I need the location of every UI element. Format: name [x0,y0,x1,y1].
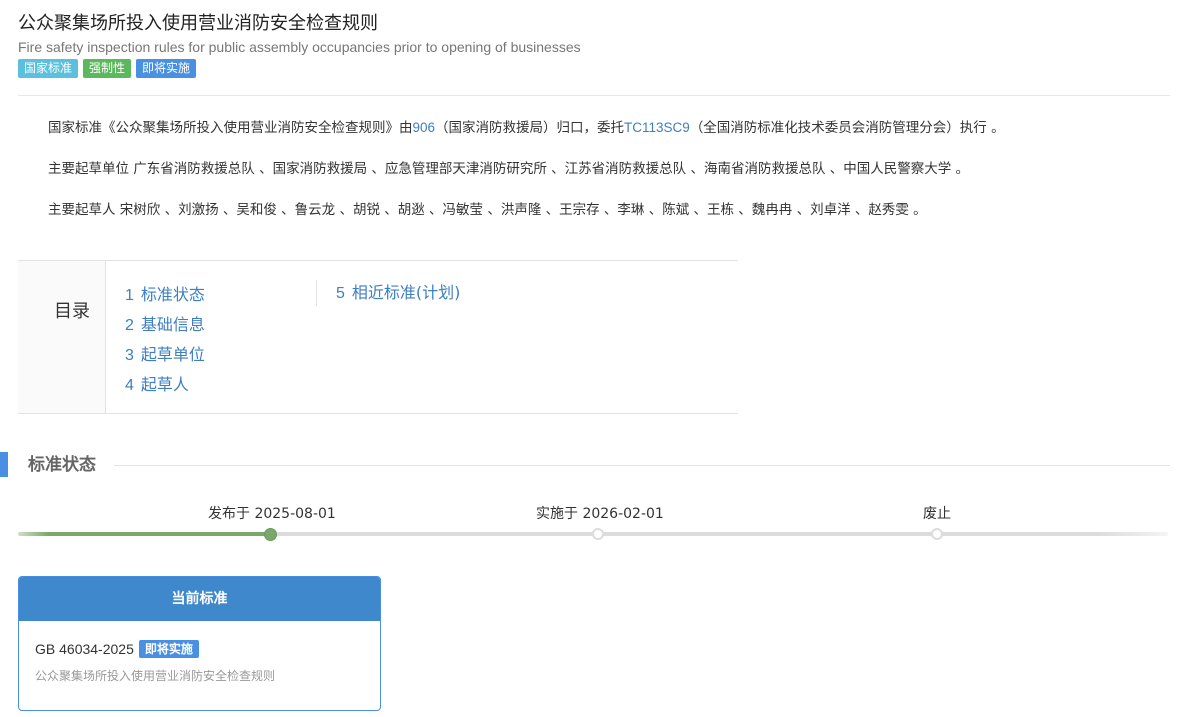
tc-code-link[interactable]: TC113SC9 [624,120,690,135]
toc-item-number: 2 [125,317,134,334]
toc-item-label: 相近标准(计划) [351,283,461,302]
page-title: 公众聚集场所投入使用营业消防安全检查规则 [18,13,378,34]
toc-item-similar-standards[interactable]: 5 相近标准(计划) [336,280,460,307]
toc-item-status[interactable]: 1 标准状态 [125,280,205,310]
timeline-label-implemented: 实施于 2026-02-01 [536,506,664,522]
badge-mandatory: 强制性 [83,59,132,78]
toc-column-2: 5 相近标准(计划) [316,280,460,306]
toc-item-drafting-units[interactable]: 3 起草单位 [125,340,205,370]
timeline-dot-published [264,528,277,541]
table-of-contents: 目录 1 标准状态 2 基础信息 3 起草单位 4 起草人 5 相近标准(计划) [18,260,738,414]
timeline-label-published: 发布于 2025-08-01 [208,506,336,522]
intro-line-drafters: 主要起草人 宋树欣 、刘激扬 、吴和俊 、鲁云龙 、胡锐 、胡逖 、冯敏莹 、洪… [48,202,927,218]
intro-line-drafting-units: 主要起草单位 广东省消防救援总队 、国家消防救援局 、应急管理部天津消防研究所 … [48,161,970,177]
status-timeline-progress [18,532,270,536]
page-subtitle: Fire safety inspection rules for public … [18,39,581,55]
toc-label-cell: 目录 [18,261,106,413]
section-accent-bar [0,452,8,477]
badge-upcoming: 即将实施 [136,59,197,78]
standard-header: 公众聚集场所投入使用营业消防安全检查规则 Fire safety inspect… [18,12,1170,78]
standard-code[interactable]: GB 46034-2025 [35,639,134,659]
toc-item-number: 5 [336,285,345,302]
toc-item-label: 起草人 [140,375,189,394]
card-status-badge: 即将实施 [138,640,199,658]
intro-suffix: （全国消防标准化技术委员会消防管理分会）执行 。 [689,120,1005,136]
intro-text: 国家标准《公众聚集场所投入使用营业消防安全检查规则》由906（国家消防救援局）归… [48,118,1158,241]
toc-item-number: 4 [125,377,134,394]
header-divider [18,95,1170,96]
toc-item-basic-info[interactable]: 2 基础信息 [125,310,205,340]
card-heading: 当前标准 [19,577,380,621]
intro-prefix: 国家标准《公众聚集场所投入使用营业消防安全检查规则》由 [48,120,413,136]
standard-name: 公众聚集场所投入使用营业消防安全检查规则 [35,669,276,683]
timeline-label-abolished: 废止 [923,506,951,522]
toc-item-number: 3 [125,347,134,364]
current-standard-card[interactable]: 当前标准 GB 46034-2025 即将实施 公众聚集场所投入使用营业消防安全… [18,576,381,711]
intro-mid: （国家消防救援局）归口，委托 [435,120,625,136]
card-body: GB 46034-2025 即将实施 公众聚集场所投入使用营业消防安全检查规则 [19,621,380,685]
timeline-dot-implemented [592,528,604,540]
toc-item-number: 1 [125,287,134,304]
toc-item-label: 基础信息 [140,315,205,334]
badge-group: 国家标准 强制性 即将实施 [18,59,1170,78]
org-code-link[interactable]: 906 [413,120,436,135]
badge-national-standard: 国家标准 [18,59,79,78]
toc-column-1: 1 标准状态 2 基础信息 3 起草单位 4 起草人 [125,280,205,400]
timeline-dot-abolished [931,528,943,540]
toc-item-label: 起草单位 [140,345,205,364]
toc-label: 目录 [54,301,90,322]
toc-item-label: 标准状态 [140,285,205,304]
toc-item-drafters[interactable]: 4 起草人 [125,370,205,400]
intro-line-responsibility: 国家标准《公众聚集场所投入使用营业消防安全检查规则》由906（国家消防救援局）归… [48,118,1158,138]
card-code-row: GB 46034-2025 即将实施 [35,639,380,659]
section-divider [114,465,1170,466]
section-title-status: 标准状态 [28,455,96,475]
